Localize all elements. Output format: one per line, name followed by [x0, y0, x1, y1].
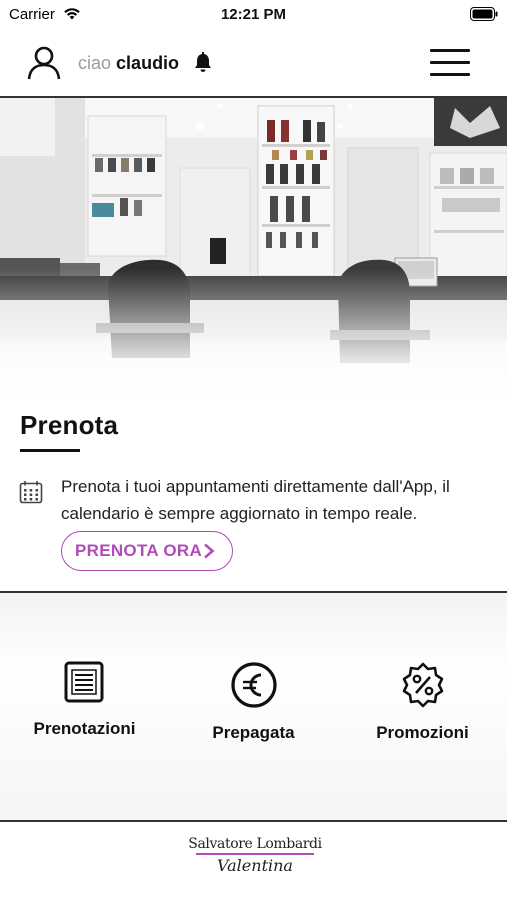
action-label: Prepagata: [212, 723, 295, 742]
calendar-icon: [19, 481, 43, 504]
logo-bar: [196, 853, 314, 855]
hero-fade-overlay: [0, 268, 507, 398]
percent-badge-icon: [402, 662, 443, 708]
action-promozioni[interactable]: Promozioni: [338, 661, 507, 761]
quick-actions: Prenotazioni Prepagata Promozioni: [0, 593, 507, 820]
footer: Salvatore Lombardi Valentina: [0, 822, 507, 900]
logo-line2: Valentina: [217, 856, 293, 875]
person-icon[interactable]: [26, 45, 62, 81]
clock-label: 12:21 PM: [220, 6, 287, 23]
title-underline: [20, 449, 80, 452]
menu-line: [430, 49, 470, 52]
action-label: Promozioni: [376, 723, 469, 742]
euro-icon: [230, 662, 277, 708]
chevron-right-icon: [204, 543, 215, 559]
action-label: Prenotazioni: [33, 719, 136, 738]
action-prepagata[interactable]: Prepagata: [169, 661, 338, 761]
bell-icon[interactable]: [193, 52, 213, 74]
document-list-icon: [64, 661, 103, 703]
menu-line: [430, 73, 470, 76]
user-name: claudio: [116, 53, 180, 73]
logo-line1: Salvatore Lombardi: [188, 836, 322, 852]
salon-hero-image: [0, 98, 507, 398]
greeting-prefix: ciao: [78, 53, 112, 73]
status-bar: Carrier 12:21 PM: [0, 0, 507, 30]
booking-description: Prenota i tuoi appuntamenti direttamente…: [61, 477, 450, 523]
battery-icon: [470, 7, 498, 21]
brand-logo: Salvatore Lombardi Valentina: [180, 836, 330, 886]
action-prenotazioni[interactable]: Prenotazioni: [0, 661, 169, 761]
hamburger-menu-icon[interactable]: [430, 47, 472, 77]
booking-title: Prenota: [20, 410, 119, 440]
app-header: ciao claudio: [0, 30, 507, 96]
prenota-ora-label: PRENOTA ORA: [75, 541, 203, 560]
prenota-ora-button[interactable]: PRENOTA ORA: [61, 531, 233, 571]
menu-line: [430, 61, 470, 64]
greeting: ciao claudio: [78, 53, 179, 74]
